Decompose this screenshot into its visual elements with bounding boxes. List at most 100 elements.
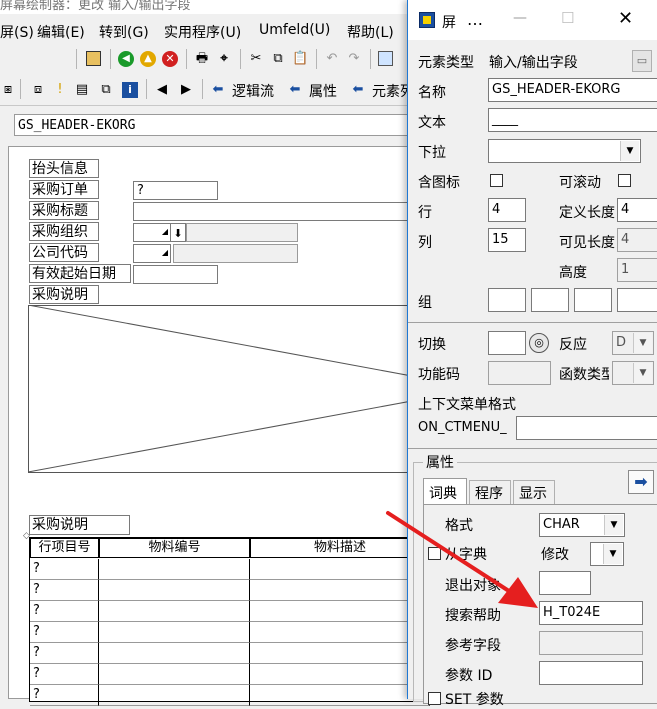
parameter-id-field[interactable] <box>539 661 643 685</box>
company-code-label[interactable]: 公司代码 <box>29 243 99 262</box>
col-header-material[interactable]: 物料编号 <box>99 538 250 558</box>
purch-org-label[interactable]: 采购组织 <box>29 222 99 241</box>
pin-icon[interactable]: ! <box>52 82 68 98</box>
hierarchy-icon[interactable]: ⧆ <box>0 82 16 98</box>
table-cell[interactable]: ? <box>30 664 99 685</box>
paste-icon[interactable]: 📋 <box>292 51 308 67</box>
switch-value-help-icon[interactable]: ◎ <box>529 333 549 353</box>
table-cell[interactable] <box>250 601 430 622</box>
table-cell[interactable] <box>250 664 430 685</box>
redo-icon[interactable]: ↷ <box>346 51 362 67</box>
custom-container[interactable] <box>28 305 428 473</box>
menu-utilities[interactable]: 实用程序(U) <box>164 22 241 42</box>
valid-from-field[interactable] <box>133 265 218 284</box>
find-icon[interactable]: ⌖ <box>216 51 232 67</box>
po-title-field[interactable] <box>133 202 428 221</box>
from-dictionary-checkbox[interactable] <box>428 547 441 560</box>
cancel-icon[interactable]: ✕ <box>162 51 178 67</box>
text-field[interactable]: ____ <box>488 108 657 132</box>
table-cell[interactable]: ? <box>30 559 99 580</box>
scrollable-checkbox[interactable] <box>618 174 631 187</box>
table-cell[interactable]: ? <box>30 643 99 664</box>
attributes-arrow-icon[interactable]: ⬅ <box>287 82 303 98</box>
po-number-field[interactable]: ? <box>133 181 218 200</box>
table-cell[interactable] <box>99 685 250 706</box>
tab-display[interactable]: 显示 <box>513 480 555 504</box>
response-select[interactable]: D ▼ <box>612 331 654 355</box>
table-cell[interactable]: ? <box>30 685 99 706</box>
table-cell[interactable] <box>99 664 250 685</box>
header-group-label[interactable]: 抬头信息 <box>29 159 99 178</box>
menu-environment[interactable]: Umfeld(U) <box>259 22 330 38</box>
print-icon[interactable]: 🖶 <box>194 51 210 67</box>
tab-program[interactable]: 程序 <box>469 480 511 504</box>
close-icon[interactable]: ✕ <box>618 8 633 29</box>
switch-field[interactable] <box>488 331 526 355</box>
chevron-down-icon[interactable]: ▼ <box>633 333 652 353</box>
element-name-field[interactable]: GS_HEADER-EKORG <box>14 114 434 136</box>
screen-painter-canvas[interactable]: 抬头信息 采购订单 ? 采购标题 采购组织 ◢ ⬇ 公司代码 ◢ 有效起始日期 … <box>8 146 430 706</box>
window-icon[interactable]: ▤ <box>74 82 90 98</box>
table-cell[interactable] <box>99 643 250 664</box>
purch-org-field[interactable]: ◢ <box>133 223 171 242</box>
previous-icon[interactable]: ◀ <box>154 82 170 98</box>
tab-dictionary[interactable]: 词典 <box>423 478 467 505</box>
menu-goto[interactable]: 转到(G) <box>99 22 149 42</box>
exit-icon[interactable]: ▲ <box>140 51 156 67</box>
table-cell[interactable] <box>250 685 430 706</box>
layout-icon[interactable] <box>378 51 393 66</box>
table-cell[interactable] <box>99 580 250 601</box>
layout-grid-icon[interactable]: ⧉ <box>98 82 114 98</box>
info-icon[interactable]: i <box>122 82 138 98</box>
po-number-label[interactable]: 采购订单 <box>29 180 99 199</box>
dropdown-select[interactable]: ▼ <box>488 139 641 163</box>
logic-flow-arrow-icon[interactable]: ⬅ <box>210 82 226 98</box>
element-list-arrow-icon[interactable]: ⬅ <box>350 82 366 98</box>
group-field-1[interactable] <box>488 288 526 312</box>
table-cell[interactable] <box>250 580 430 601</box>
table-cell[interactable] <box>250 559 430 580</box>
tab-forward-arrow-icon[interactable]: ➡ <box>628 470 654 494</box>
table-cell[interactable] <box>250 643 430 664</box>
search-help-field[interactable]: H_T024E <box>539 601 643 625</box>
group-field-4[interactable] <box>617 288 657 312</box>
valid-from-label[interactable]: 有效起始日期 <box>29 264 131 283</box>
save-icon[interactable] <box>86 51 101 66</box>
table-cell[interactable]: ? <box>30 622 99 643</box>
menu-edit[interactable]: 编辑(E) <box>37 22 85 42</box>
logic-flow-button[interactable]: 逻辑流 <box>232 81 274 101</box>
cut-icon[interactable]: ✂ <box>248 51 264 67</box>
menu-screen[interactable]: 屏(S) <box>0 22 34 42</box>
format-select[interactable]: CHAR ▼ <box>539 513 625 537</box>
table-cell[interactable]: ? <box>30 580 99 601</box>
col-field[interactable]: 15 <box>488 228 526 252</box>
context-menu-field[interactable] <box>516 416 657 440</box>
exit-object-field[interactable] <box>539 571 591 595</box>
company-code-field[interactable]: ◢ <box>133 244 171 263</box>
col-header-description[interactable]: 物料描述 <box>250 538 430 558</box>
undo-icon[interactable]: ↶ <box>324 51 340 67</box>
po-title-label[interactable]: 采购标题 <box>29 201 99 220</box>
attributes-button[interactable]: 属性 <box>309 81 337 101</box>
menu-help[interactable]: 帮助(L) <box>347 22 394 42</box>
modify-select[interactable]: ▼ <box>590 542 624 566</box>
table-cell[interactable] <box>99 622 250 643</box>
element-type-list-icon[interactable]: ▭ <box>632 50 652 72</box>
back-icon[interactable]: ◀ <box>118 51 134 67</box>
row-field[interactable]: 4 <box>488 198 526 222</box>
copy-icon[interactable]: ⧉ <box>270 51 286 67</box>
chevron-down-icon[interactable]: ▼ <box>620 141 639 161</box>
table-cell[interactable] <box>99 601 250 622</box>
table-cell[interactable] <box>250 622 430 643</box>
name-field[interactable]: GS_HEADER-EKORG <box>488 78 657 102</box>
table-title-label[interactable]: 采购说明 <box>29 515 130 535</box>
group-field-2[interactable] <box>531 288 569 312</box>
table-cell[interactable] <box>99 559 250 580</box>
minimize-icon[interactable]: — <box>513 10 527 26</box>
purch-note-label[interactable]: 采购说明 <box>29 285 99 304</box>
next-icon[interactable]: ▶ <box>178 82 194 98</box>
with-icon-checkbox[interactable] <box>490 174 503 187</box>
def-length-field[interactable]: 4 <box>617 198 657 222</box>
chevron-down-icon[interactable]: ▼ <box>603 544 622 564</box>
element-icon[interactable]: ⧈ <box>30 82 46 98</box>
